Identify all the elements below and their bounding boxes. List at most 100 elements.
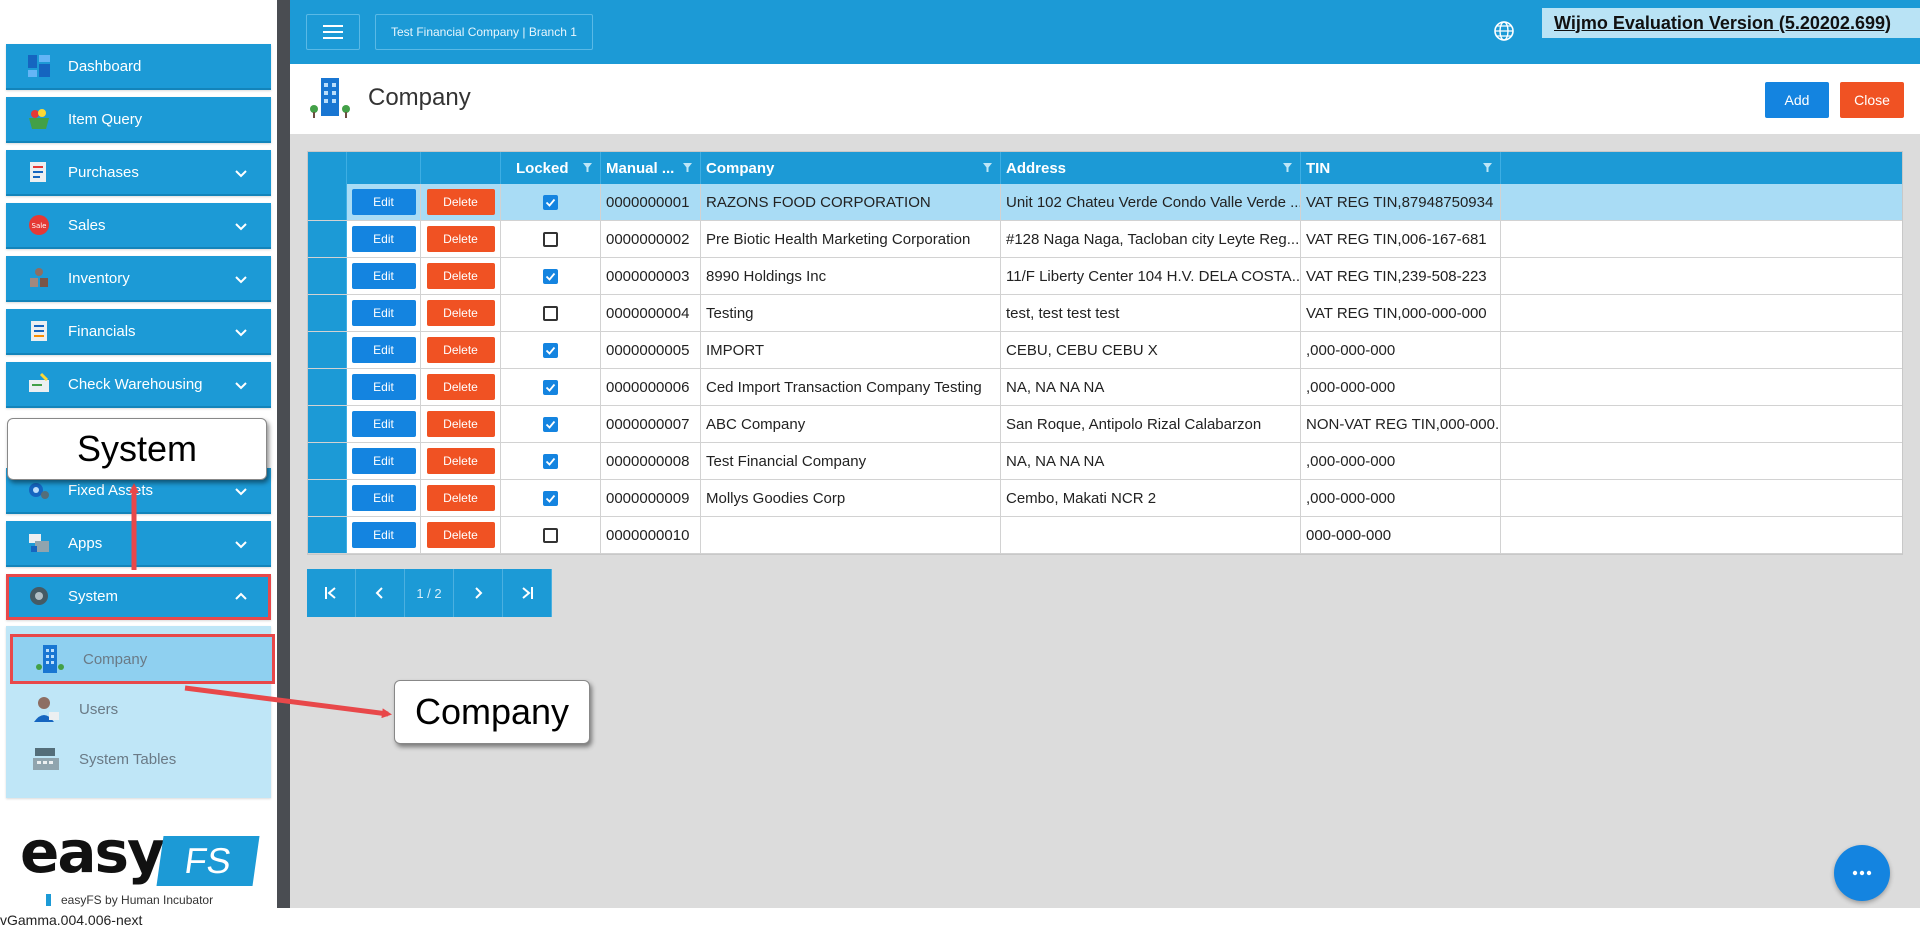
filter-icon[interactable] [1483,163,1492,172]
locked-checkbox[interactable] [543,268,558,284]
tin-cell[interactable]: VAT REG TIN,000-000-000 [1301,295,1501,331]
address-cell[interactable]: San Roque, Antipolo Rizal Calabarzon [1001,406,1301,442]
sidebar-item-dashboard[interactable]: Dashboard [6,44,271,90]
row-header[interactable] [308,221,347,257]
table-row[interactable]: Edit Delete 0000000004 Testing test, test te… [308,295,1902,332]
table-row[interactable]: Edit Delete 0000000010 000-000-000 [308,517,1902,554]
row-header[interactable] [308,258,347,294]
tin-cell[interactable]: ,000-000-000 [1301,332,1501,368]
manual-cell[interactable]: 0000000004 [601,295,701,331]
sidebar-item-check-warehousing[interactable]: Check Warehousing [6,362,271,408]
manual-cell[interactable]: 0000000008 [601,443,701,479]
company-cell[interactable]: Pre Biotic Health Marketing Corporation [701,221,1001,257]
table-row[interactable]: Edit Delete 0000000006 Ced Import Transacti… [308,369,1902,406]
manual-cell[interactable]: 0000000006 [601,369,701,405]
edit-button[interactable]: Edit [351,300,416,326]
company-cell[interactable]: ABC Company [701,406,1001,442]
table-row[interactable]: Edit Delete 0000000003 8990 Holdings Inc 11/… [308,258,1902,295]
delete-button[interactable]: Delete [426,448,495,474]
table-row[interactable]: Edit Delete 0000000001 RAZONS FOOD CORPORAT… [308,184,1902,221]
globe-icon[interactable] [1493,20,1515,42]
edit-button[interactable]: Edit [351,485,416,511]
tin-cell[interactable]: VAT REG TIN,87948750934 [1301,184,1501,220]
row-header[interactable] [308,517,347,553]
sidebar-item-financials[interactable]: Financials [6,309,271,355]
locked-checkbox[interactable] [543,231,558,247]
tin-cell[interactable]: ,000-000-000 [1301,480,1501,516]
tin-cell[interactable]: 000-000-000 [1301,517,1501,553]
address-cell[interactable]: CEBU, CEBU CEBU X [1001,332,1301,368]
edit-button[interactable]: Edit [351,337,416,363]
header-address[interactable]: Address [1001,152,1301,184]
delete-button[interactable]: Delete [426,374,495,400]
prev-page-button[interactable] [356,569,405,617]
row-header[interactable] [308,184,347,220]
manual-cell[interactable]: 0000000003 [601,258,701,294]
company-cell[interactable]: 8990 Holdings Inc [701,258,1001,294]
company-cell[interactable] [701,517,1001,553]
sidebar-item-apps[interactable]: Apps [6,521,271,567]
row-header[interactable] [308,443,347,479]
delete-button[interactable]: Delete [426,263,495,289]
filter-icon[interactable] [1283,163,1292,172]
company-cell[interactable]: Ced Import Transaction Company Testing [701,369,1001,405]
manual-cell[interactable]: 0000000009 [601,480,701,516]
filter-icon[interactable] [683,163,692,172]
manual-cell[interactable]: 0000000005 [601,332,701,368]
add-button[interactable]: Add [1765,82,1829,118]
table-row[interactable]: Edit Delete 0000000008 Test Financial Compa… [308,443,1902,480]
submenu-item-system-tables[interactable]: System Tables [6,734,271,784]
delete-button[interactable]: Delete [426,226,495,252]
sidebar-item-sales[interactable]: Sale Sales [6,203,271,249]
header-company[interactable]: Company [701,152,1001,184]
edit-button[interactable]: Edit [351,411,416,437]
tin-cell[interactable]: ,000-000-000 [1301,443,1501,479]
locked-checkbox[interactable] [543,416,558,432]
company-cell[interactable]: Test Financial Company [701,443,1001,479]
hamburger-menu-button[interactable] [306,14,360,50]
sidebar-item-item-query[interactable]: Item Query [6,97,271,143]
delete-button[interactable]: Delete [426,485,495,511]
submenu-item-company[interactable]: Company [10,634,275,684]
row-header[interactable] [308,480,347,516]
delete-button[interactable]: Delete [426,522,495,548]
header-locked[interactable]: Locked [501,152,601,184]
row-header[interactable] [308,295,347,331]
address-cell[interactable]: Unit 102 Chateu Verde Condo Valle Verde … [1001,184,1301,220]
manual-cell[interactable]: 0000000007 [601,406,701,442]
locked-checkbox[interactable] [543,342,558,358]
sidebar-item-inventory[interactable]: Inventory [6,256,271,302]
last-page-button[interactable] [503,569,552,617]
delete-button[interactable]: Delete [426,300,495,326]
filter-icon[interactable] [583,163,592,172]
tin-cell[interactable]: VAT REG TIN,006-167-681 [1301,221,1501,257]
edit-button[interactable]: Edit [351,522,416,548]
company-cell[interactable]: Testing [701,295,1001,331]
company-branch-selector[interactable]: Test Financial Company | Branch 1 [375,14,593,50]
locked-checkbox[interactable] [543,527,558,543]
table-row[interactable]: Edit Delete 0000000005 IMPORT CEBU, CEBU CEB… [308,332,1902,369]
locked-checkbox[interactable] [543,305,558,321]
company-cell[interactable]: Mollys Goodies Corp [701,480,1001,516]
locked-checkbox[interactable] [543,194,558,210]
address-cell[interactable]: Cembo, Makati NCR 2 [1001,480,1301,516]
tin-cell[interactable]: VAT REG TIN,239-508-223 [1301,258,1501,294]
row-header[interactable] [308,369,347,405]
address-cell[interactable]: #128 Naga Naga, Tacloban city Leyte Reg.… [1001,221,1301,257]
locked-checkbox[interactable] [543,453,558,469]
delete-button[interactable]: Delete [426,411,495,437]
address-cell[interactable] [1001,517,1301,553]
next-page-button[interactable] [454,569,503,617]
manual-cell[interactable]: 0000000001 [601,184,701,220]
header-tin[interactable]: TIN [1301,152,1501,184]
submenu-item-users[interactable]: Users [6,684,271,734]
edit-button[interactable]: Edit [351,374,416,400]
edit-button[interactable]: Edit [351,263,416,289]
company-cell[interactable]: RAZONS FOOD CORPORATION [701,184,1001,220]
address-cell[interactable]: NA, NA NA NA [1001,369,1301,405]
more-actions-fab[interactable] [1834,845,1890,901]
address-cell[interactable]: test, test test test [1001,295,1301,331]
wijmo-evaluation-notice[interactable]: Wijmo Evaluation Version (5.20202.699) [1542,8,1920,38]
filter-icon[interactable] [983,163,992,172]
delete-button[interactable]: Delete [426,337,495,363]
